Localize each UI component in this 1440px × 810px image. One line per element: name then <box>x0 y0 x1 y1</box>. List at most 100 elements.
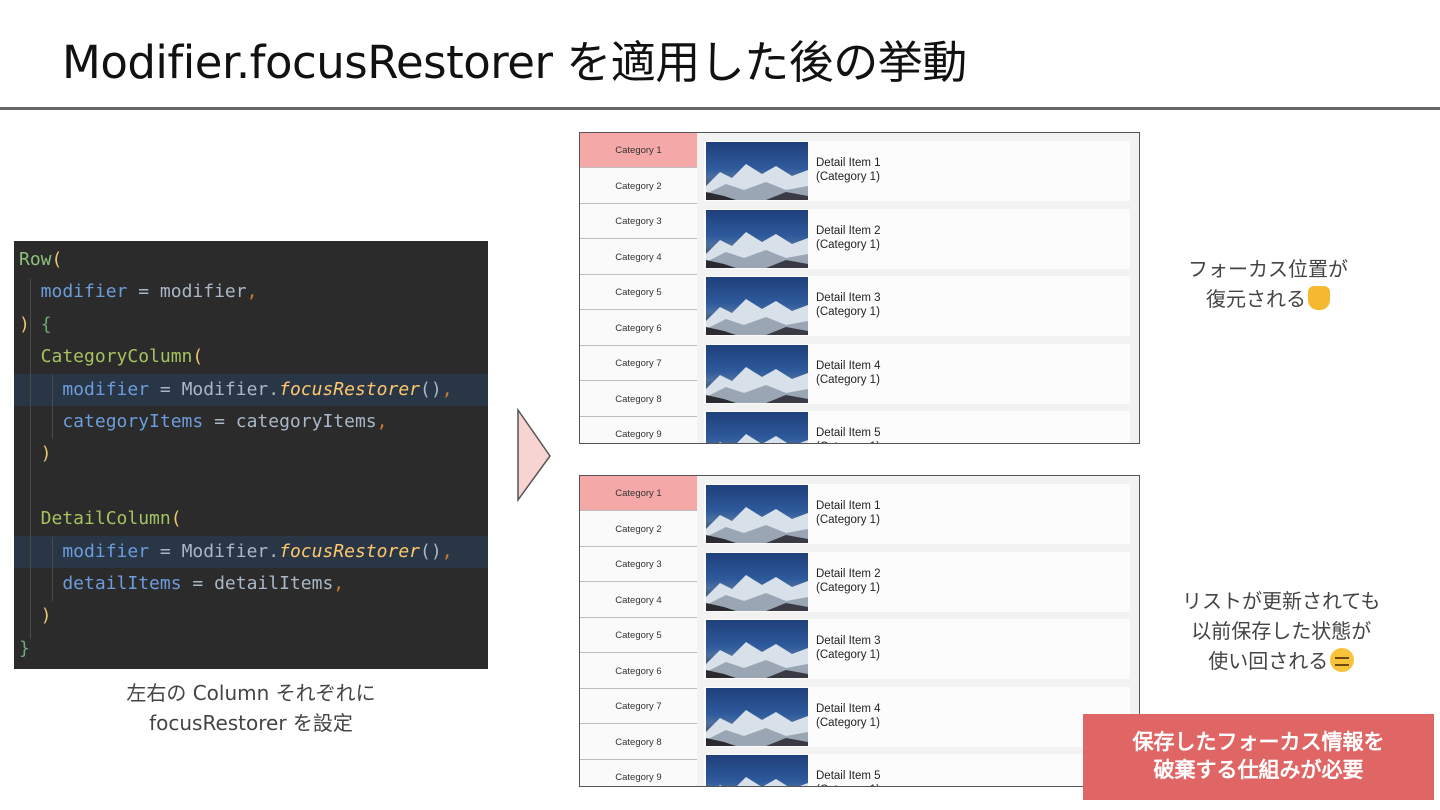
category-item[interactable]: Category 7 <box>580 346 697 381</box>
indent-guide <box>52 375 53 439</box>
detail-text: Detail Item 4 (Category 1) <box>816 359 881 387</box>
code-line: Row( <box>14 244 488 276</box>
mountain-thumbnail <box>706 412 808 443</box>
detail-title: Detail Item 4 <box>816 702 881 715</box>
code-token: CategoryColumn <box>19 346 193 368</box>
detail-subtitle: (Category 1) <box>816 238 880 251</box>
detail-card[interactable]: Detail Item 1 (Category 1) <box>704 141 1130 201</box>
detail-text: Detail Item 1 (Category 1) <box>816 156 881 184</box>
code-caption: 左右の Column それぞれに focusRestorer を設定 <box>14 678 488 738</box>
detail-subtitle: (Category 1) <box>816 514 880 526</box>
mountain-thumbnail <box>706 344 808 403</box>
code-token: . <box>268 540 280 562</box>
code-line: CategoryColumn( <box>14 341 488 373</box>
detail-card[interactable]: Detail Item 3 (Category 1) <box>704 276 1130 336</box>
code-token: categoryItems <box>235 411 377 432</box>
detail-card[interactable]: Detail Item 5(Category 1) <box>704 411 1130 443</box>
category-item[interactable]: Category 9 <box>580 417 697 443</box>
note-restored-line2-row: 復元される <box>1188 284 1348 314</box>
category-item[interactable]: Category 8 <box>580 725 697 760</box>
code-token: ) <box>19 443 52 465</box>
code-token: = <box>149 378 182 400</box>
callout-line2: 破棄する仕組みが必要 <box>1153 758 1364 782</box>
detail-subtitle: (Category 1) <box>816 649 880 661</box>
detail-card[interactable]: Detail Item 1 (Category 1) <box>704 484 1130 544</box>
code-token: Row <box>19 249 52 270</box>
note-reused: リストが更新されても 以前保存した状態が 使い回される <box>1182 586 1380 676</box>
detail-card[interactable]: Detail Item 4 (Category 1) <box>704 343 1130 404</box>
category-item[interactable]: Category 5 <box>580 618 697 653</box>
category-item[interactable]: Category 2 <box>580 512 697 547</box>
detail-card[interactable]: Detail Item 3 (Category 1) <box>704 619 1130 679</box>
title-divider <box>0 107 1440 110</box>
code-panel: Row( modifier = modifier,) { CategoryCol… <box>14 241 488 669</box>
category-item[interactable]: Category 4 <box>580 583 697 618</box>
detail-card[interactable]: Detail Item 2 (Category 1) <box>704 208 1130 269</box>
detail-text: Detail Item 5(Category 1) <box>816 769 881 786</box>
note-reused-line3: 使い回される <box>1208 649 1329 673</box>
mountain-thumbnail <box>706 142 808 200</box>
code-token: Modifier <box>181 378 269 400</box>
note-reused-line2: 以前保存した状態が <box>1191 619 1372 643</box>
code-token: { <box>40 313 52 335</box>
callout-box: 保存したフォーカス情報を 破棄する仕組みが必要 <box>1083 714 1434 800</box>
category-item[interactable]: Category 7 <box>580 689 697 724</box>
code-token: categoryItems <box>19 411 204 432</box>
detail-card[interactable]: Detail Item 5(Category 1) <box>704 754 1130 786</box>
category-item[interactable]: Category 5 <box>580 275 697 310</box>
category-item[interactable]: Category 4 <box>580 240 697 275</box>
code-token: = <box>127 281 160 303</box>
detail-text: Detail Item 3 (Category 1) <box>816 634 881 662</box>
code-token: , <box>246 281 258 303</box>
screenshot-after: Category 1 Category 2 Category 3 Category 4… <box>579 475 1140 787</box>
code-token: ( <box>170 508 182 530</box>
code-token: () <box>420 540 442 562</box>
detail-text: Detail Item 5(Category 1) <box>816 426 881 443</box>
slide-title: Modifier.focusRestorer を適用した後の挙動 <box>62 36 967 89</box>
detail-subtitle: (Category 1) <box>816 440 881 443</box>
code-line: ) <box>14 438 488 470</box>
detail-subtitle: (Category 1) <box>816 581 880 594</box>
code-line: ) { <box>14 309 488 341</box>
thumbs-up-icon <box>1308 286 1330 310</box>
indent-guide <box>30 279 31 639</box>
category-item[interactable]: Category 6 <box>580 654 697 689</box>
detail-card[interactable]: Detail Item 4 (Category 1) <box>704 686 1130 747</box>
code-line: modifier = Modifier.focusRestorer(), <box>14 535 488 568</box>
category-item[interactable]: Category 9 <box>580 760 697 786</box>
category-item[interactable]: Category 6 <box>580 311 697 346</box>
code-line: ) <box>14 600 488 632</box>
detail-title: Detail Item 2 <box>816 224 881 237</box>
code-token: . <box>268 378 280 400</box>
detail-title: Detail Item 2 <box>816 567 881 580</box>
code-line: DetailColumn( <box>14 503 488 535</box>
detail-title: Detail Item 3 <box>816 292 881 304</box>
detail-card[interactable]: Detail Item 2 (Category 1) <box>704 551 1130 612</box>
code-token: , <box>333 573 345 594</box>
code-token: , <box>441 378 453 400</box>
category-item[interactable]: Category 2 <box>580 169 697 204</box>
code-token: focusRestorer <box>279 378 420 400</box>
note-restored-line1: フォーカス位置が <box>1188 257 1348 281</box>
detail-subtitle: (Category 1) <box>816 171 880 183</box>
detail-subtitle: (Category 1) <box>816 306 880 318</box>
detail-title: Detail Item 4 <box>816 359 881 372</box>
note-reused-line1: リストが更新されても <box>1182 589 1381 613</box>
code-token: modifier <box>19 540 150 562</box>
code-caption-line1: 左右の Column それぞれに <box>126 681 376 705</box>
category-column: Category 1 Category 2 Category 3 Category 4… <box>580 133 697 443</box>
category-column: Category 1 Category 2 Category 3 Category 4… <box>580 476 697 786</box>
category-item[interactable]: Category 3 <box>580 547 697 582</box>
detail-text: Detail Item 2 (Category 1) <box>816 567 881 595</box>
category-item[interactable]: Category 1 <box>580 476 697 511</box>
category-item[interactable]: Category 8 <box>580 382 697 417</box>
note-reused-line3-row: 使い回される <box>1182 646 1380 676</box>
neutral-face-icon <box>1330 648 1355 672</box>
note-restored-line2: 復元される <box>1206 287 1306 311</box>
detail-text: Detail Item 2 (Category 1) <box>816 224 881 252</box>
mountain-thumbnail <box>706 755 808 786</box>
mountain-thumbnail <box>706 687 808 746</box>
code-token: modifier <box>19 378 150 400</box>
category-item[interactable]: Category 3 <box>580 204 697 239</box>
category-item[interactable]: Category 1 <box>580 133 697 168</box>
